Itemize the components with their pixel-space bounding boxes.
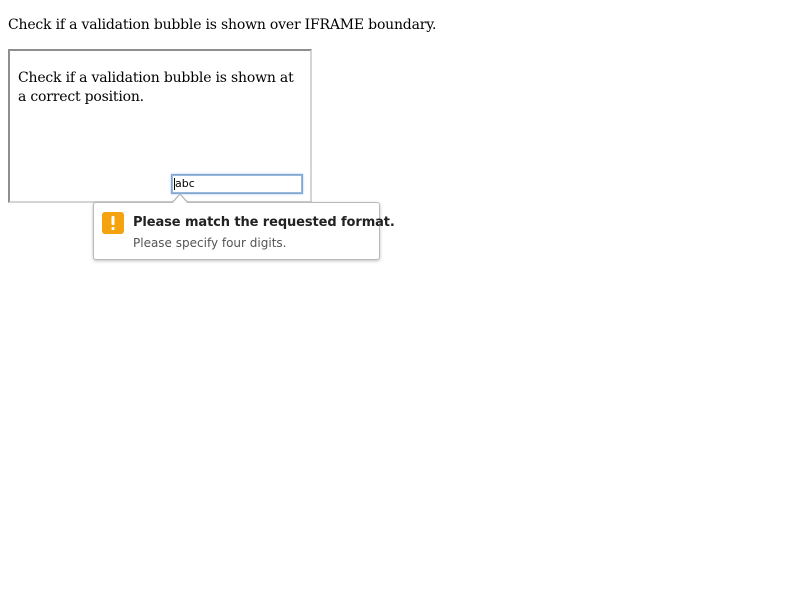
iframe-description-text: Check if a validation bubble is shown at… [18, 70, 294, 105]
warning-icon [102, 212, 124, 234]
embedded-iframe[interactable]: Check if a validation bubble is shown at… [8, 49, 312, 203]
bubble-title: Please match the requested format. [133, 215, 395, 230]
text-caret [174, 178, 175, 190]
bubble-message: Please specify four digits. [133, 236, 287, 250]
bubble-arrow-fill [172, 195, 188, 204]
pattern-text-input[interactable] [171, 174, 303, 194]
page-heading: Check if a validation bubble is shown ov… [8, 17, 437, 33]
validation-bubble: Please match the requested format. Pleas… [93, 193, 395, 260]
